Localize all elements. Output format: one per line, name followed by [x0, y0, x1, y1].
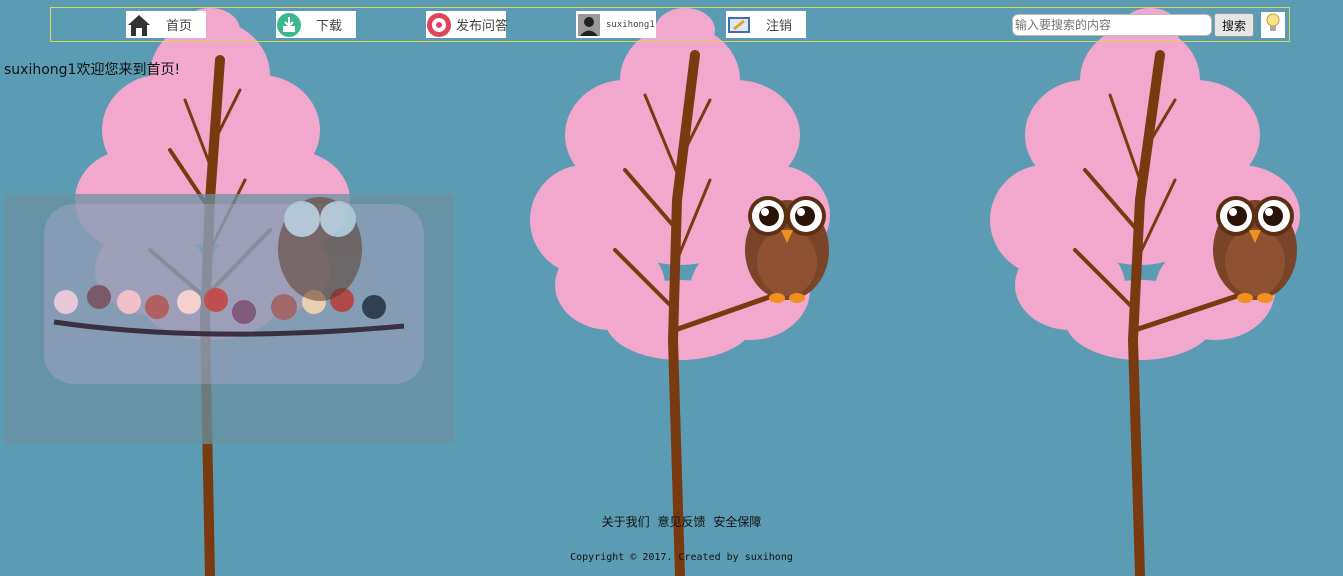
- nav-item-user[interactable]: suxihong1: [576, 11, 656, 38]
- qa-icon: [426, 12, 452, 38]
- tree-illustration-middle: [530, 8, 830, 576]
- nav-item-logout[interactable]: 注销: [726, 11, 806, 38]
- owl-banner-image: [4, 194, 454, 444]
- welcome-message: suxihong1欢迎您来到首页!: [4, 62, 181, 78]
- lightbulb-icon: [1264, 12, 1282, 38]
- nav-item-download-label: 下载: [315, 19, 342, 34]
- nav-item-download[interactable]: 下载: [276, 11, 356, 38]
- owls-on-branch-illustration: [44, 197, 424, 384]
- user-avatar-icon: [576, 12, 602, 38]
- nav-item-user-label: suxihong1: [606, 19, 655, 30]
- home-icon: [126, 12, 152, 38]
- tree-illustration-right: [990, 8, 1300, 576]
- nav-item-publish-qa[interactable]: 发布问答: [426, 11, 509, 38]
- search-input[interactable]: [1012, 14, 1212, 36]
- nav-item-home-label: 首页: [165, 19, 192, 34]
- footer-links: 关于我们 意见反馈 安全保障: [0, 513, 1343, 530]
- copyright-text: Copyright © 2017. Created by suxihong: [570, 552, 793, 563]
- logout-icon: [726, 12, 752, 38]
- top-navbar: 首页 下载 发布问答 suxihong1 注销 搜索: [50, 7, 1290, 42]
- footer-link-security[interactable]: 安全保障: [713, 515, 761, 529]
- footer-link-about[interactable]: 关于我们: [602, 515, 650, 529]
- search-button[interactable]: 搜索: [1214, 13, 1254, 37]
- footer-link-feedback[interactable]: 意见反馈: [657, 515, 705, 529]
- lightbulb-button[interactable]: [1261, 12, 1285, 38]
- nav-item-home[interactable]: 首页: [126, 11, 206, 38]
- download-icon: [276, 12, 302, 38]
- nav-item-publish-qa-label: 发布问答: [456, 19, 509, 34]
- nav-item-logout-label: 注销: [765, 19, 792, 34]
